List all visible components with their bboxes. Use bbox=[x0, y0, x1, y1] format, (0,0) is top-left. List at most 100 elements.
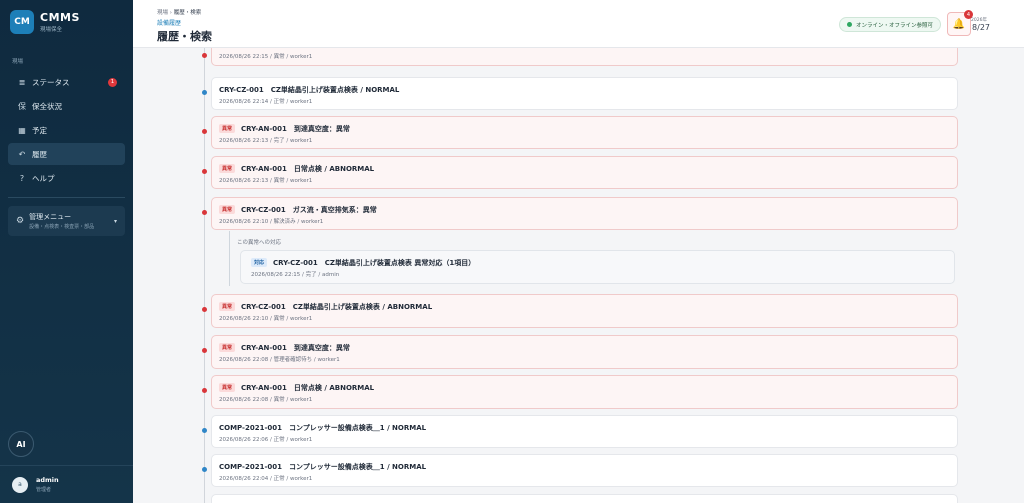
history-record[interactable]: 異常 CRY-AN-001 日常点検 / ABNORMAL 2026/08/26 … bbox=[202, 156, 958, 189]
sidebar-item-maintenance[interactable]: 保 保全状況 bbox=[8, 95, 125, 117]
abnormal-dot-icon bbox=[202, 169, 207, 174]
history-record[interactable]: COMP-2021-001 コンプレッサー設備点検表＿1 / NORMAL 20… bbox=[202, 415, 958, 448]
abnormal-tag: 異常 bbox=[219, 205, 236, 214]
record-title: COMP-2021-001 コンプレッサー設備点検表＿1 / NORMAL bbox=[219, 423, 427, 432]
sidebar-item-label: 履歴 bbox=[32, 149, 47, 159]
maintenance-icon: 保 bbox=[18, 101, 26, 111]
record-meta: 2026/08/26 22:06 / 正常 / worker1 bbox=[219, 437, 313, 443]
record-title: CRY-AN-001 日常点検 / ABNORMAL bbox=[241, 383, 375, 392]
abnormal-tag: 異常 bbox=[219, 383, 236, 392]
page-header: 現場 › 履歴・検索 設備履歴 履歴・検索 オンライン・オフライン参照可 🔔 4… bbox=[133, 0, 1024, 48]
record-meta: 2026/08/26 22:10 / 異常 / worker1 bbox=[219, 316, 313, 322]
sidebar-item-schedule[interactable]: ▦ 予定 bbox=[8, 119, 125, 141]
abnormal-dot-icon bbox=[202, 129, 207, 134]
abnormal-dot-icon bbox=[202, 307, 207, 312]
bell-icon: 🔔 bbox=[952, 18, 966, 30]
history-record[interactable]: CRY-CZ-001 CZ単結晶引上げ装置点検表 / NORMAL 2026/0… bbox=[202, 77, 958, 110]
breadcrumb-current: 履歴・検索 bbox=[173, 10, 202, 16]
abnormal-tag: 異常 bbox=[219, 343, 236, 352]
sidebar-item-help[interactable]: ? ヘルプ bbox=[8, 167, 125, 189]
abnormal-tag: 異常 bbox=[219, 164, 236, 173]
page-subtitle: 設備履歴 bbox=[157, 20, 182, 27]
timeline-line bbox=[204, 48, 205, 503]
sidebar-item-history[interactable]: ↶ 履歴 bbox=[8, 143, 125, 165]
record-meta: 2026/08/26 22:13 / 完了 / worker1 bbox=[219, 138, 313, 144]
record-title: CRY-AN-001 到達真空度：異常 bbox=[241, 124, 350, 133]
brand[interactable]: CM CMMS 現場保全 bbox=[0, 0, 133, 44]
help-icon: ? bbox=[19, 173, 25, 183]
record-meta: 2026/08/26 22:04 / 正常 / worker1 bbox=[219, 476, 313, 482]
history-record[interactable]: 異常 CRY-AN-001 到達真空度：異常 2026/08/26 22:13 /… bbox=[202, 116, 958, 149]
abnormal-dot-icon bbox=[202, 210, 207, 215]
history-record[interactable] bbox=[211, 494, 958, 503]
sidebar-divider bbox=[8, 197, 125, 198]
sidebar-item-label: ヘルプ bbox=[32, 173, 55, 183]
record-meta: 2026/08/26 22:10 / 解決済み / worker1 bbox=[219, 219, 324, 225]
response-connector-line bbox=[229, 231, 230, 286]
normal-dot-icon bbox=[202, 467, 207, 472]
date-day: 8/27 bbox=[972, 23, 990, 32]
record-meta: 2026/08/26 22:15 / 異常 / worker1 bbox=[219, 54, 313, 60]
app-subtitle: 現場保全 bbox=[40, 27, 63, 33]
abnormal-tag: 異常 bbox=[219, 124, 236, 133]
record-meta: 2026/08/26 22:08 / 異常 / worker1 bbox=[219, 397, 313, 403]
list-icon: ≣ bbox=[18, 77, 26, 87]
record-title: CRY-CZ-001 CZ単結晶引上げ装置点検表 / NORMAL bbox=[219, 85, 400, 94]
user-role: 管理者 bbox=[36, 487, 52, 493]
history-timeline: 2026/08/26 22:15 / 異常 / worker1 CRY-CZ-0… bbox=[133, 48, 1024, 503]
avatar: a bbox=[12, 476, 28, 493]
calendar-icon: ▦ bbox=[18, 125, 26, 135]
chevron-down-icon: ▾ bbox=[113, 217, 117, 225]
page-title: 履歴・検索 bbox=[157, 30, 212, 43]
user-name: admin bbox=[36, 476, 59, 484]
gear-icon: ⚙ bbox=[16, 216, 25, 226]
online-status-text: オンライン・オフライン参照可 bbox=[855, 22, 933, 29]
online-status-badge: オンライン・オフライン参照可 bbox=[838, 17, 941, 32]
record-meta: 2026/08/26 22:14 / 正常 / worker1 bbox=[219, 99, 313, 105]
normal-dot-icon bbox=[202, 90, 207, 95]
response-section-label: この異常への対応 bbox=[237, 240, 282, 246]
sidebar: CM CMMS 現場保全 現場 ≣ ステータス 1 保 保全状況 ▦ 予定 ↶ … bbox=[0, 0, 133, 503]
admin-menu-title: 管理メニュー bbox=[29, 213, 72, 221]
status-badge: 1 bbox=[108, 77, 117, 87]
user-profile[interactable]: a admin 管理者 bbox=[0, 465, 133, 503]
abnormal-dot-icon bbox=[202, 348, 207, 353]
record-title: COMP-2021-001 コンプレッサー設備点検表＿1 / NORMAL bbox=[219, 462, 427, 471]
sidebar-item-label: ステータス bbox=[32, 77, 70, 87]
history-record[interactable]: 異常 CRY-CZ-001 CZ単結晶引上げ装置点検表 / ABNORMAL 20… bbox=[202, 294, 958, 328]
abnormal-dot-icon bbox=[202, 53, 207, 58]
record-title: CRY-AN-001 日常点検 / ABNORMAL bbox=[241, 164, 375, 173]
history-icon: ↶ bbox=[18, 149, 26, 159]
admin-menu-toggle[interactable]: ⚙ 管理メニュー 設備・点検表・検査票・部品 ▾ bbox=[8, 206, 125, 236]
admin-menu-subtitle: 設備・点検表・検査票・部品 bbox=[29, 224, 95, 230]
record-meta: 2026/08/26 22:13 / 異常 / worker1 bbox=[219, 178, 313, 184]
normal-dot-icon bbox=[202, 428, 207, 433]
abnormal-dot-icon bbox=[202, 388, 207, 393]
breadcrumb: 現場 › 履歴・検索 bbox=[157, 8, 201, 16]
breadcrumb-root[interactable]: 現場 bbox=[157, 10, 168, 16]
abnormal-tag: 異常 bbox=[219, 302, 236, 311]
history-record[interactable]: 異常 CRY-AN-001 日常点検 / ABNORMAL 2026/08/26 … bbox=[202, 375, 958, 409]
response-record[interactable]: 対応 CRY-CZ-001 CZ単結晶引上げ装置点検表 異常対応（1項目） 202… bbox=[240, 250, 955, 284]
history-record[interactable]: 2026/08/26 22:15 / 異常 / worker1 bbox=[202, 48, 958, 66]
sidebar-item-status[interactable]: ≣ ステータス 1 bbox=[8, 71, 125, 93]
history-record[interactable]: 異常 CRY-CZ-001 ガス流・真空排気系：異常 2026/08/26 22:… bbox=[202, 197, 958, 230]
history-record[interactable]: COMP-2021-001 コンプレッサー設備点検表＿1 / NORMAL 20… bbox=[202, 454, 958, 487]
ai-assistant-button[interactable]: AI bbox=[8, 431, 34, 457]
online-dot-icon bbox=[846, 22, 852, 27]
response-meta: 2026/08/26 22:15 / 完了 / admin bbox=[251, 272, 340, 278]
app-logo: CM bbox=[10, 10, 34, 34]
record-title: CRY-CZ-001 CZ単結晶引上げ装置点検表 / ABNORMAL bbox=[241, 302, 433, 311]
response-title: CRY-CZ-001 CZ単結晶引上げ装置点検表 異常対応（1項目） bbox=[273, 258, 476, 267]
sidebar-section-label: 現場 bbox=[12, 59, 24, 65]
history-record[interactable]: 異常 CRY-AN-001 到達真空度：異常 2026/08/26 22:08 /… bbox=[202, 335, 958, 369]
sidebar-item-label: 予定 bbox=[32, 125, 47, 135]
notification-button[interactable]: 🔔 4 bbox=[947, 10, 973, 36]
record-meta: 2026/08/26 22:08 / 管理者確認待ち / worker1 bbox=[219, 357, 340, 363]
sidebar-item-label: 保全状況 bbox=[32, 101, 62, 111]
response-tag: 対応 bbox=[251, 258, 268, 267]
app-title: CMMS bbox=[40, 11, 80, 24]
record-title: CRY-AN-001 到達真空度：異常 bbox=[241, 343, 350, 352]
breadcrumb-separator: › bbox=[169, 10, 172, 16]
record-title: CRY-CZ-001 ガス流・真空排気系：異常 bbox=[241, 205, 377, 214]
